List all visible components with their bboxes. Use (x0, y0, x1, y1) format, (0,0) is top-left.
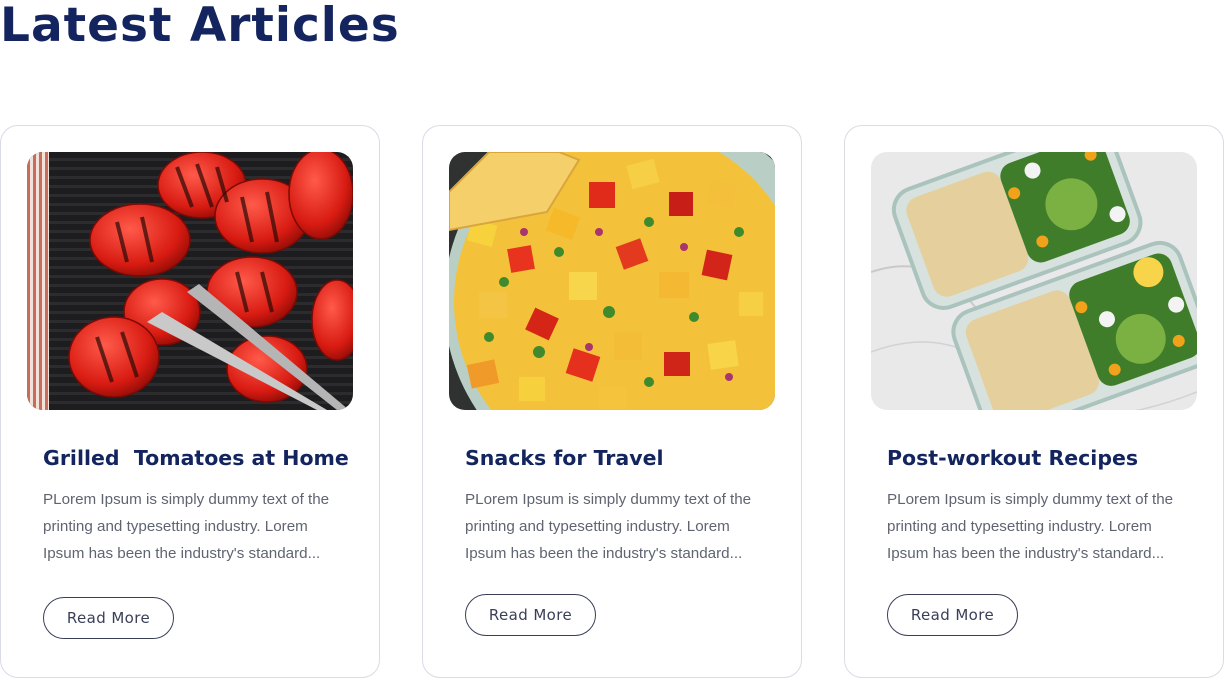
article-title[interactable]: Snacks for Travel (465, 444, 785, 472)
article-image-fruit-salsa[interactable] (449, 152, 775, 410)
article-image-meal-prep[interactable] (871, 152, 1197, 410)
article-card: Snacks for Travel PLorem Ipsum is simply… (422, 125, 802, 678)
article-image-grilled-tomatoes[interactable] (27, 152, 353, 410)
read-more-button[interactable]: Read More (465, 594, 596, 636)
article-title[interactable]: Grilled Tomatoes at Home (43, 444, 363, 472)
article-excerpt: PLorem Ipsum is simply dummy text of the… (465, 491, 752, 562)
article-card: Grilled Tomatoes at Home PLorem Ipsum is… (0, 125, 380, 678)
section-title: Latest Articles (0, 0, 400, 53)
article-excerpt: PLorem Ipsum is simply dummy text of the… (43, 491, 330, 562)
read-more-button[interactable]: Read More (887, 594, 1018, 636)
article-excerpt: PLorem Ipsum is simply dummy text of the… (887, 491, 1174, 562)
article-card: Post-workout Recipes PLorem Ipsum is sim… (844, 125, 1224, 678)
article-title[interactable]: Post-workout Recipes (887, 444, 1207, 472)
read-more-button[interactable]: Read More (43, 597, 174, 639)
